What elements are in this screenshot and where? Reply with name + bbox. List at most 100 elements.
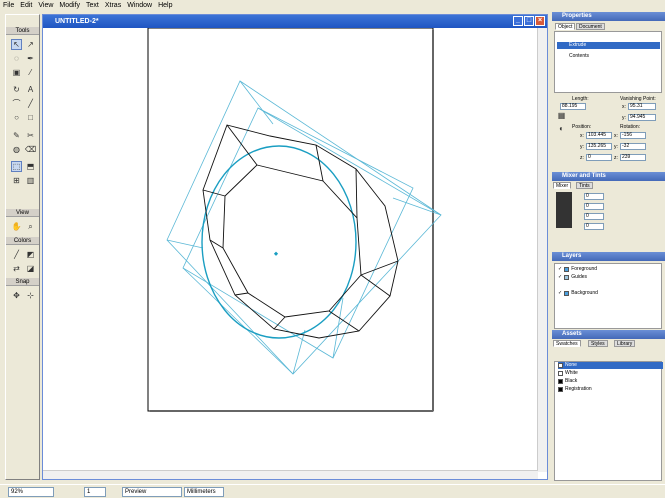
drawing-canvas[interactable] [43, 28, 538, 472]
layer-background[interactable]: ✓ Background [558, 290, 663, 297]
object-tree: Extrude Contents [554, 31, 662, 93]
tab-object[interactable]: Object [555, 23, 576, 30]
menu-file[interactable]: File [0, 2, 17, 9]
paint-icon[interactable]: ◍ [11, 144, 22, 155]
mixer-m-field[interactable]: 0 [584, 203, 604, 210]
select-icon[interactable]: ▣ [11, 67, 22, 78]
freeform-icon[interactable]: ✎ [11, 130, 22, 141]
units-select[interactable]: Millimeters [184, 487, 224, 497]
snap-point-icon[interactable]: ✥ [11, 290, 22, 301]
text-icon[interactable]: A [25, 84, 36, 95]
tab-styles[interactable]: Styles [588, 340, 608, 347]
subselect-icon[interactable]: ↗ [25, 39, 36, 50]
layers-panel-title[interactable]: Layers [552, 252, 665, 261]
mixer-c-field[interactable]: 0 [584, 193, 604, 200]
zoom-select[interactable]: 92% [8, 487, 54, 497]
vertical-scrollbar[interactable] [537, 28, 547, 472]
menu-xtras[interactable]: Xtras [102, 2, 124, 9]
extrude-lighting-icon[interactable]: ◐ [556, 123, 567, 134]
menu-modify[interactable]: Modify [56, 2, 83, 9]
extrude-icon[interactable]: ⬚ [11, 161, 22, 172]
blend-icon[interactable]: ⊞ [11, 175, 22, 186]
tree-item-extrude[interactable]: Extrude [557, 42, 660, 49]
mixer-k-field[interactable]: 0 [584, 223, 604, 230]
close-icon[interactable]: × [535, 16, 545, 26]
bezigon-icon[interactable]: ⌒ [11, 98, 22, 109]
color-well[interactable] [556, 192, 572, 228]
panel-column: Properties Object Document Extrude Conte… [552, 12, 665, 482]
document-titlebar[interactable]: UNTITLED-2* _ □ × [43, 15, 547, 28]
pointer-icon[interactable]: ↖ [11, 39, 22, 50]
checkmark-icon[interactable]: ✓ [558, 266, 562, 273]
mixer-panel-title[interactable]: Mixer and Tints [552, 172, 665, 181]
menu-text[interactable]: Text [83, 2, 102, 9]
position-x-field[interactable]: 103.445 [586, 132, 612, 139]
stroke-color-icon[interactable]: ╱ [11, 249, 22, 260]
swatch-label: Registration [565, 386, 592, 392]
ellipse-icon[interactable]: ○ [11, 112, 22, 123]
menu-help[interactable]: Help [155, 2, 175, 9]
swatch-label: None [565, 362, 577, 368]
perspective-icon[interactable]: ⬒ [25, 161, 36, 172]
rectangle-icon[interactable]: □ [25, 112, 36, 123]
ry-label: y: [614, 144, 618, 150]
rotation-x-field[interactable]: -156 [620, 132, 646, 139]
checkmark-icon[interactable]: ✓ [558, 274, 562, 281]
rotation-label: Rotation: [620, 124, 641, 130]
rotation-y-field[interactable]: -32 [620, 143, 646, 150]
swatch-chip [558, 379, 563, 384]
snap-grid-icon[interactable]: ⊹ [25, 290, 36, 301]
eyedropper-icon[interactable]: ⁄ [25, 67, 36, 78]
extrude-type-icon[interactable]: ▦ [556, 110, 567, 121]
menu-view[interactable]: View [35, 2, 56, 9]
length-field[interactable]: 88.195 [560, 103, 586, 110]
assets-panel-title[interactable]: Assets [552, 330, 665, 339]
fill-color-icon[interactable]: ◩ [25, 249, 36, 260]
swatch-registration[interactable]: Registration [558, 386, 663, 393]
default-icon[interactable]: ◪ [25, 263, 36, 274]
horizontal-scrollbar[interactable] [43, 470, 538, 479]
properties-panel-title[interactable]: Properties [552, 12, 665, 21]
px-label: x: [580, 133, 584, 139]
hand-icon[interactable]: ✋ [11, 221, 22, 232]
lasso-icon[interactable]: ◌ [11, 53, 22, 64]
tab-tints[interactable]: Tints [576, 182, 593, 189]
tab-library[interactable]: Library [614, 340, 636, 347]
knife-icon[interactable]: ✂ [25, 130, 36, 141]
zoom-icon[interactable]: ⌕ [25, 221, 36, 232]
view-mode-select[interactable]: Preview [122, 487, 182, 497]
rotate-icon[interactable]: ↻ [11, 84, 22, 95]
tab-mixer[interactable]: Mixer [553, 182, 572, 189]
mixer-y-field[interactable]: 0 [584, 213, 604, 220]
toolbox-section-tools: Tools [6, 27, 39, 35]
minimize-icon[interactable]: _ [513, 16, 523, 26]
vanishing-x-field[interactable]: 95.31 [628, 103, 656, 110]
eraser-icon[interactable]: ⌫ [25, 144, 36, 155]
rotation-z-field[interactable]: 239 [620, 154, 646, 161]
vx-label: x: [622, 104, 626, 110]
swap-icon[interactable]: ⇄ [11, 263, 22, 274]
page-select[interactable]: 1 [84, 487, 106, 497]
line-icon[interactable]: ╱ [25, 98, 36, 109]
swatch-none[interactable]: None [558, 362, 663, 369]
layer-foreground[interactable]: ✓ Foreground [558, 266, 663, 273]
py-label: y: [580, 144, 584, 150]
tab-swatches[interactable]: Swatches [553, 340, 581, 347]
layer-guides[interactable]: ✓ Guides [558, 274, 663, 281]
maximize-icon[interactable]: □ [524, 16, 534, 26]
swatch-black[interactable]: Black [558, 378, 663, 385]
swatch-label: Black [565, 378, 578, 384]
rx-label: x: [614, 133, 618, 139]
tree-item-contents[interactable]: Contents [569, 53, 589, 59]
vanishing-y-field[interactable]: 94.945 [628, 114, 656, 121]
position-z-field[interactable]: 0 [586, 154, 612, 161]
chart-icon[interactable]: ▥ [25, 175, 36, 186]
tab-document[interactable]: Document [576, 23, 605, 30]
menu-window[interactable]: Window [124, 2, 155, 9]
checkmark-icon[interactable]: ✓ [558, 290, 562, 297]
swatch-white[interactable]: White [558, 370, 663, 377]
menu-edit[interactable]: Edit [17, 2, 35, 9]
pen-icon[interactable]: ✒ [25, 53, 36, 64]
position-y-field[interactable]: 135.265 [586, 143, 612, 150]
toolbox-section-snap: Snap [6, 278, 39, 286]
